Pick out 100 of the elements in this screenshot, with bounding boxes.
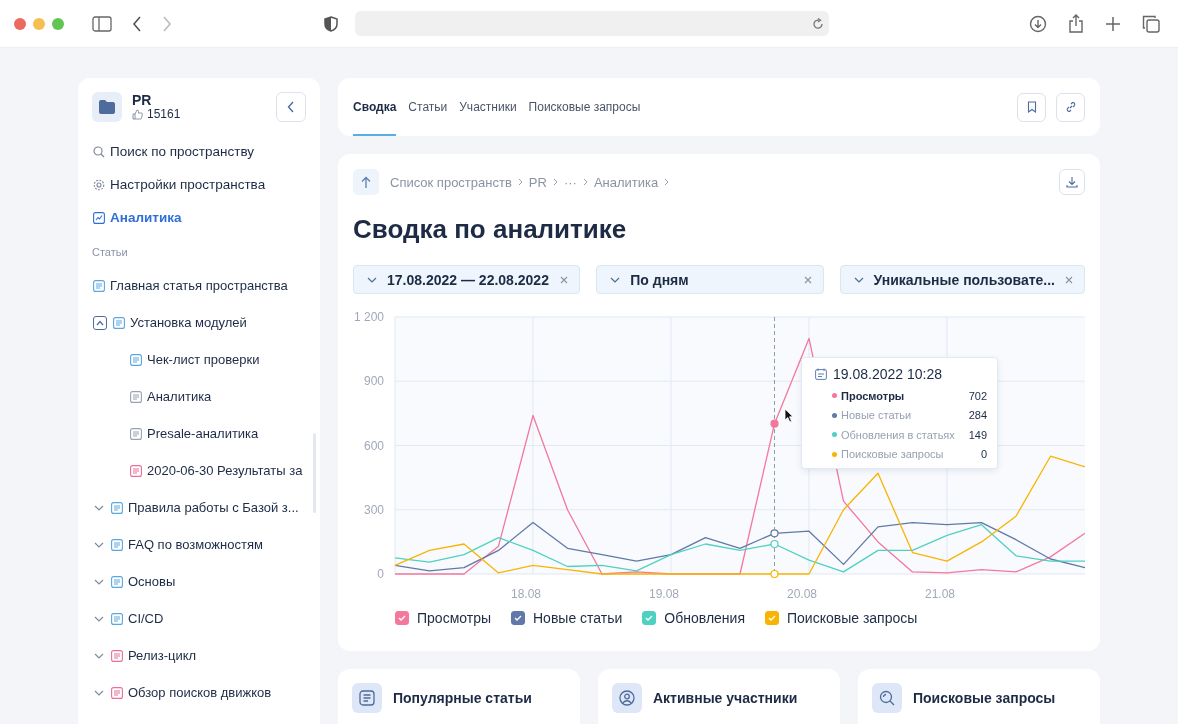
board-icon (111, 649, 123, 662)
download-button[interactable] (1059, 169, 1085, 195)
tree-item[interactable]: Основы (78, 563, 320, 600)
document-icon (113, 316, 125, 329)
legend-label: Поисковые запросы (787, 610, 918, 626)
clear-icon[interactable] (1065, 275, 1073, 284)
clear-icon[interactable] (560, 275, 569, 284)
tree-item[interactable]: Главная статья пространства (78, 267, 320, 304)
tooltip-value: 0 (980, 448, 987, 461)
expand-chevron-icon[interactable] (94, 689, 104, 696)
filter-dropdown[interactable]: 17.08.2022 — 22.08.2022 (353, 265, 581, 294)
link-button[interactable] (1056, 92, 1085, 122)
tab[interactable]: Поисковые запросы (528, 78, 641, 136)
expand-chevron-icon[interactable] (94, 615, 104, 622)
chevron-right-icon (552, 178, 558, 186)
hover-point (770, 529, 779, 538)
search-icon (872, 683, 902, 713)
download-icon[interactable] (1029, 14, 1047, 33)
card-title: Активные участники (653, 689, 798, 708)
document-icon (111, 538, 123, 551)
axis-label: 0 (377, 567, 384, 581)
document-icon (111, 575, 123, 588)
tooltip-label: Новые статьи (841, 409, 912, 422)
tooltip-label: Поисковые запросы (841, 448, 944, 461)
tree-item[interactable]: Аналитика (78, 378, 320, 415)
axis-label: 1 200 (353, 310, 384, 324)
legend-label: Новые статьи (533, 610, 623, 626)
share-icon[interactable] (1068, 13, 1084, 34)
mouse-cursor-icon (784, 408, 794, 423)
expand-chevron-icon[interactable] (94, 504, 104, 511)
expand-chevron-icon[interactable] (94, 541, 104, 548)
page-title: Сводка по аналитике (353, 213, 628, 245)
section-label: Статьи (91, 246, 129, 260)
nav-item[interactable]: Настройки пространства (78, 168, 320, 201)
filter-dropdown[interactable]: Уникальные пользовате... (839, 265, 1085, 294)
calendar-icon (815, 368, 827, 380)
tree-item[interactable]: Релиз-цикл (78, 637, 320, 674)
tree-item[interactable]: Установка модулей (78, 304, 320, 341)
document-icon (111, 612, 123, 625)
sidebar-toggle-icon[interactable] (92, 15, 112, 32)
up-button[interactable] (353, 169, 379, 195)
tree-item[interactable]: Правила работы с Базой з... (78, 489, 320, 526)
axis-label: 600 (363, 438, 384, 453)
tooltip-value: 284 (968, 409, 987, 422)
tooltip-value: 702 (968, 389, 987, 402)
maximize-window-icon[interactable] (52, 17, 64, 30)
tree-item[interactable]: 2020-06-30 Результаты за (78, 452, 320, 489)
tree-item[interactable]: CI/CD (78, 600, 320, 637)
tree-item[interactable]: Обзор поисков движков (78, 674, 320, 711)
document-icon (111, 501, 123, 514)
tabs-icon[interactable] (1142, 14, 1160, 33)
tooltip-value: 149 (968, 428, 987, 441)
search-icon (93, 145, 105, 158)
collapse-toggle-icon[interactable] (93, 315, 107, 330)
expand-chevron-icon[interactable] (94, 578, 104, 585)
board-icon (111, 686, 123, 699)
axis-label: 18.08 (511, 587, 541, 601)
tree-item[interactable]: Presale-аналитика (78, 415, 320, 452)
clear-icon[interactable] (803, 275, 812, 284)
tree-item[interactable]: Чек-лист проверки (78, 341, 320, 378)
hover-point (770, 569, 779, 579)
axis-label: 300 (363, 502, 384, 517)
tree-item[interactable]: FAQ по возможностям (78, 526, 320, 563)
tab[interactable]: Статьи (408, 78, 448, 136)
filter-dropdown[interactable]: По дням (596, 265, 824, 294)
document-icon (93, 279, 105, 292)
legend-checkbox[interactable] (395, 611, 409, 625)
legend-checkbox[interactable] (511, 611, 525, 625)
likes-count: 15161 (147, 107, 181, 121)
document-icon (130, 390, 142, 403)
tooltip-label: Обновления в статьях (841, 428, 955, 441)
forward-icon[interactable] (162, 15, 172, 32)
chevron-down-icon (610, 276, 621, 283)
shield-icon[interactable] (324, 15, 338, 32)
nav-item[interactable]: Аналитика (78, 201, 320, 234)
card-title: Поисковые запросы (913, 689, 1056, 708)
tooltip-date: 19.08.2022 10:28 (833, 366, 942, 382)
bookmark-button[interactable] (1017, 92, 1046, 122)
axis-label: 19.08 (649, 587, 679, 601)
expand-chevron-icon[interactable] (94, 652, 104, 659)
close-window-icon[interactable] (14, 17, 26, 30)
link-icon (1064, 101, 1077, 113)
chart-icon (93, 211, 105, 224)
arrow-up-icon (361, 175, 371, 189)
reload-icon[interactable] (812, 17, 824, 30)
legend-checkbox[interactable] (765, 611, 779, 625)
tab[interactable]: Участники (459, 78, 517, 136)
plus-icon[interactable] (1105, 15, 1121, 32)
axis-label: 900 (363, 374, 384, 389)
space-name: PR (132, 93, 153, 107)
tooltip-label: Просмотры (841, 389, 905, 402)
tab[interactable]: Сводка (353, 78, 397, 136)
nav-item[interactable]: Поиск по пространству (78, 135, 320, 168)
check-icon (514, 615, 522, 621)
legend-checkbox[interactable] (642, 611, 657, 625)
collapse-sidebar-button[interactable] (276, 92, 306, 122)
download-icon (1066, 176, 1078, 188)
chevron-down-icon (853, 276, 864, 283)
back-icon[interactable] (132, 15, 142, 32)
chevron-right-icon (664, 178, 670, 186)
